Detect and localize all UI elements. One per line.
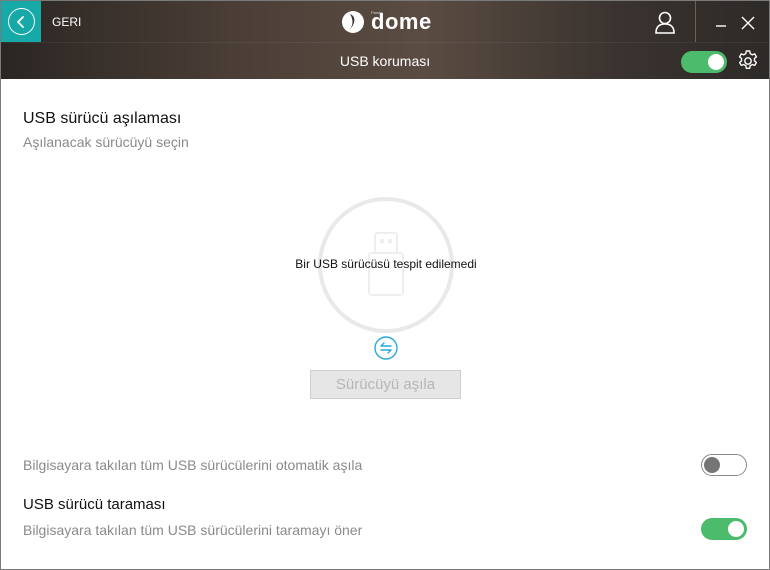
header-divider bbox=[1, 42, 769, 43]
no-usb-message: Bir USB sürücüsü tespit edilemedi bbox=[295, 257, 477, 271]
auto-vaccinate-toggle[interactable] bbox=[701, 454, 747, 476]
refresh-button[interactable] bbox=[373, 335, 399, 361]
toggle-knob bbox=[708, 54, 724, 70]
logo-small-text: Panda bbox=[371, 10, 383, 15]
refresh-arrows-icon bbox=[374, 336, 398, 360]
scan-suggest-label: Bilgisayara takılan tüm USB sürücülerini… bbox=[23, 522, 363, 538]
dome-logo: dome Panda bbox=[341, 9, 432, 35]
panda-logo-icon bbox=[342, 11, 364, 33]
section-title: USB koruması bbox=[339, 53, 431, 69]
settings-button[interactable] bbox=[736, 49, 760, 73]
gear-icon bbox=[738, 50, 758, 69]
header-separator bbox=[695, 1, 696, 42]
vaccination-subtitle: Aşılanacak sürücüyü seçin bbox=[23, 134, 189, 150]
close-button[interactable] bbox=[738, 13, 758, 33]
user-icon bbox=[655, 11, 675, 34]
usb-protection-toggle[interactable] bbox=[681, 51, 727, 73]
scan-title: USB sürücü taraması bbox=[23, 496, 166, 513]
header: GERI dome Panda USB koruması bbox=[1, 1, 769, 79]
minimize-button[interactable] bbox=[711, 13, 731, 33]
user-button[interactable] bbox=[652, 9, 678, 35]
toggle-knob bbox=[704, 457, 720, 473]
close-icon bbox=[741, 16, 755, 30]
vaccinate-drive-button[interactable]: Sürücüyü aşıla bbox=[310, 370, 461, 399]
vaccination-title: USB sürücü aşılaması bbox=[23, 110, 182, 127]
minimize-icon bbox=[716, 25, 726, 27]
toggle-knob bbox=[728, 521, 744, 537]
app-window: GERI dome Panda USB koruması USB sürücü … bbox=[0, 0, 770, 570]
auto-vaccinate-label: Bilgisayara takılan tüm USB sürücülerini… bbox=[23, 457, 363, 473]
back-label[interactable]: GERI bbox=[52, 15, 81, 29]
back-button[interactable] bbox=[1, 1, 41, 42]
scan-suggest-toggle[interactable] bbox=[701, 518, 747, 540]
arrow-left-icon bbox=[7, 8, 35, 35]
